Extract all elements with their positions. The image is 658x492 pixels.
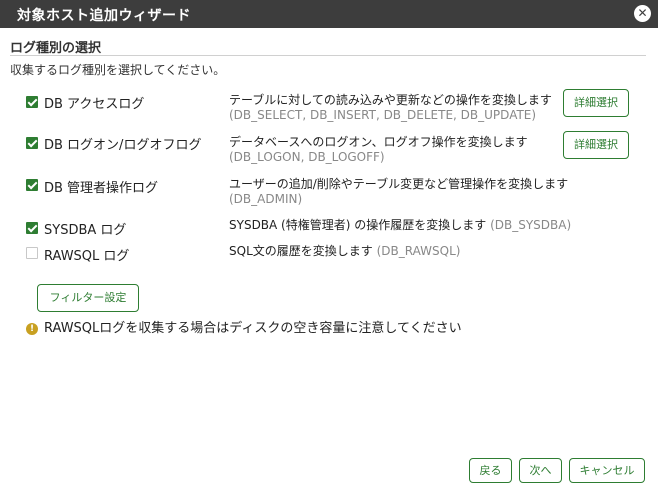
log-type-codes: (DB_SYSDBA) xyxy=(490,218,572,232)
log-type-label: DB ログオン/ログオフログ xyxy=(44,138,202,153)
checkbox-db-admin[interactable] xyxy=(26,179,38,191)
cancel-button[interactable]: キャンセル xyxy=(569,458,645,483)
next-button[interactable]: 次へ xyxy=(519,458,562,483)
log-type-codes: (DB_RAWSQL) xyxy=(376,244,461,258)
detail-select-button[interactable]: 詳細選択 xyxy=(563,89,629,117)
log-type-codes: (DB_SELECT, DB_INSERT, DB_DELETE, DB_UPD… xyxy=(229,108,537,122)
log-type-description: ユーザーの追加/削除やテーブル変更など管理操作を変換します xyxy=(229,177,569,191)
log-type-label: SYSDBA ログ xyxy=(44,223,127,238)
log-type-description-text: SQL文の履歴を変換します xyxy=(229,244,373,258)
divider xyxy=(10,55,646,56)
log-type-description: テーブルに対しての読み込みや更新などの操作を変換します xyxy=(229,93,552,107)
log-type-label: DB アクセスログ xyxy=(44,97,145,112)
log-type-description: SQL文の履歴を変換します (DB_RAWSQL) xyxy=(229,242,460,259)
back-button[interactable]: 戻る xyxy=(469,458,512,483)
log-type-description: SYSDBA (特権管理者) の操作履歴を変換します (DB_SYSDBA) xyxy=(229,216,571,233)
section-description: 収集するログ種別を選択してください。 xyxy=(10,63,226,77)
warning-icon: ! xyxy=(26,323,38,335)
detail-select-button[interactable]: 詳細選択 xyxy=(563,131,629,159)
log-type-codes: (DB_ADMIN) xyxy=(229,192,303,206)
checkbox-db-access[interactable] xyxy=(26,96,38,108)
log-type-codes: (DB_LOGON, DB_LOGOFF) xyxy=(229,150,385,164)
title-bar: 対象ホスト追加ウィザード ✕ xyxy=(0,0,658,28)
log-type-label: RAWSQL ログ xyxy=(44,249,130,264)
checkbox-sysdba[interactable] xyxy=(26,222,38,234)
window-title: 対象ホスト追加ウィザード xyxy=(17,8,191,24)
warning-text: RAWSQLログを収集する場合はディスクの空き容量に注意してください xyxy=(44,321,462,336)
checkbox-db-logon[interactable] xyxy=(26,137,38,149)
warning-message: ! RAWSQLログを収集する場合はディスクの空き容量に注意してください xyxy=(26,317,462,336)
checkbox-rawsql[interactable] xyxy=(26,247,38,259)
filter-settings-button[interactable]: フィルター設定 xyxy=(37,284,139,312)
close-icon[interactable]: ✕ xyxy=(634,5,651,22)
log-type-label: DB 管理者操作ログ xyxy=(44,181,159,196)
section-title: ログ種別の選択 xyxy=(10,41,102,56)
log-type-description: データベースへのログオン、ログオフ操作を変換します xyxy=(229,135,528,149)
log-type-description-text: SYSDBA (特権管理者) の操作履歴を変換します xyxy=(229,218,487,232)
